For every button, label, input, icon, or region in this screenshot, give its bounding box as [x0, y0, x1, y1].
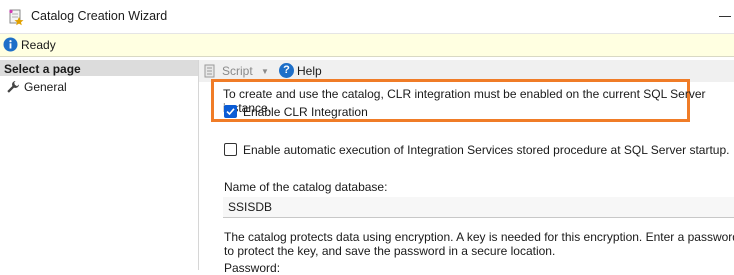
status-bar: Ready — [0, 34, 734, 57]
status-text: Ready — [21, 38, 56, 52]
help-icon: ? — [279, 63, 294, 78]
info-icon — [3, 37, 18, 52]
chevron-down-icon[interactable]: ▼ — [261, 67, 269, 76]
page-sidebar: Select a page General — [0, 60, 199, 270]
auto-exec-checkbox[interactable] — [224, 143, 237, 156]
sidebar-header-label: Select a page — [4, 62, 81, 76]
enable-clr-label[interactable]: Enable CLR Integration — [243, 105, 368, 119]
window-title: Catalog Creation Wizard — [31, 9, 168, 23]
enable-clr-checkbox[interactable] — [224, 105, 237, 118]
sidebar-header: Select a page — [0, 60, 198, 76]
main-panel: Script ▼ ? Help To create and use the ca… — [199, 60, 734, 275]
script-label: Script — [222, 64, 253, 78]
db-name-value: SSISDB — [228, 200, 273, 214]
wizard-app-icon — [9, 9, 24, 26]
wrench-icon — [7, 81, 19, 93]
db-name-input[interactable]: SSISDB — [223, 197, 734, 218]
encryption-note: The catalog protects data using encrypti… — [224, 230, 734, 258]
minimize-icon[interactable] — [719, 16, 731, 17]
help-button[interactable]: ? Help — [279, 62, 325, 80]
sidebar-item-label: General — [24, 80, 67, 94]
title-bar: Catalog Creation Wizard — [0, 0, 734, 34]
db-name-label: Name of the catalog database: — [224, 180, 388, 194]
checkmark-icon — [226, 108, 235, 116]
sidebar-item-general[interactable]: General — [4, 79, 194, 95]
script-icon — [204, 64, 215, 78]
auto-exec-label[interactable]: Enable automatic execution of Integratio… — [243, 143, 730, 157]
script-button[interactable]: Script ▼ — [203, 62, 271, 80]
help-label: Help — [297, 64, 322, 78]
password-label: Password: — [224, 261, 281, 275]
